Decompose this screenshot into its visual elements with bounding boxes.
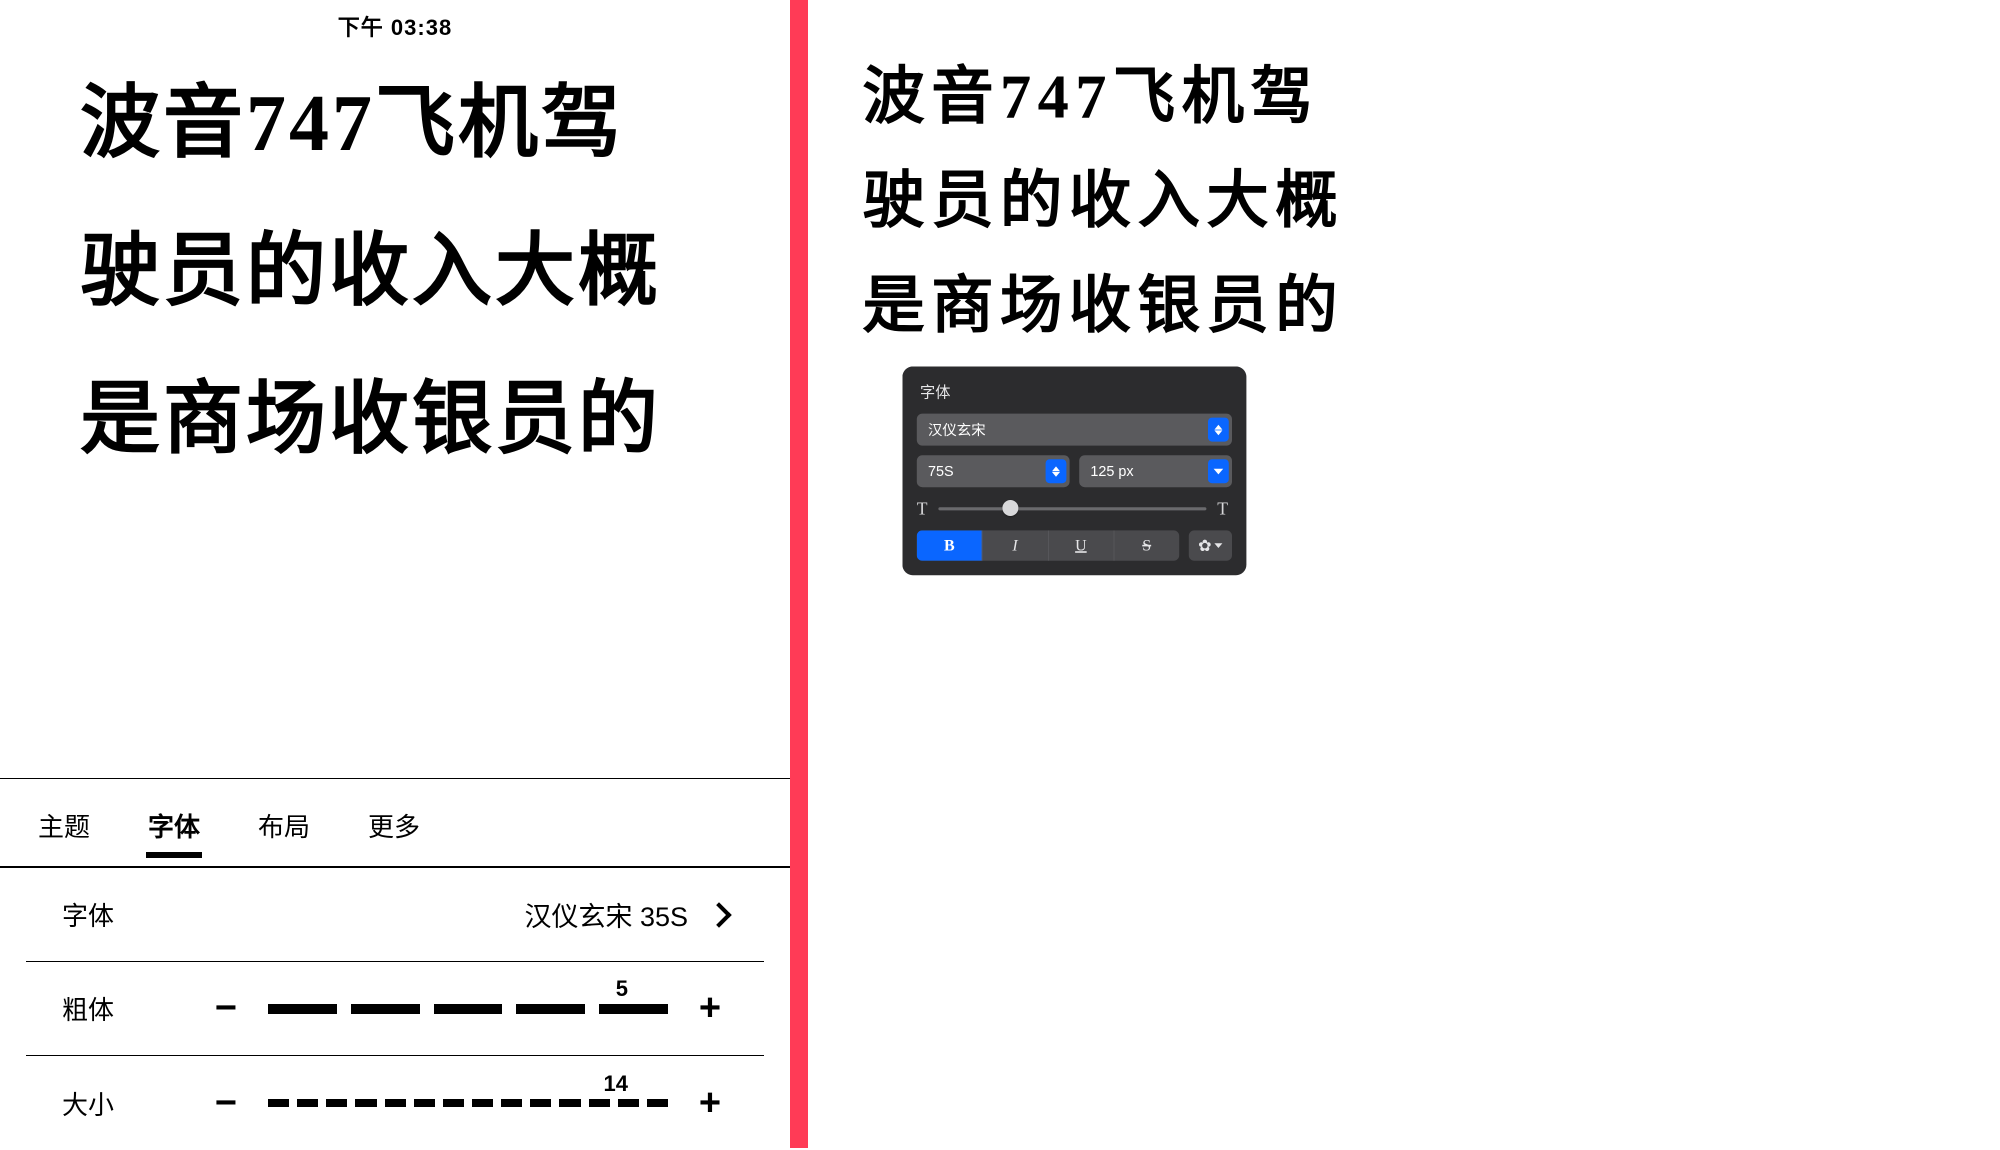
size-row: 大小 − 14 + xyxy=(26,1056,764,1150)
font-panel-title: 字体 xyxy=(920,381,1229,403)
gear-icon: ✿ xyxy=(1198,536,1211,556)
chevron-right-icon xyxy=(706,902,731,927)
text-line: 驶员的收入大概 xyxy=(80,198,760,346)
tab-layout[interactable]: 布局 xyxy=(256,803,312,856)
comparison-divider xyxy=(790,0,808,1148)
letter-spacing-row: T T xyxy=(917,498,1232,519)
text-style-segmented-control: B I U S xyxy=(917,530,1179,560)
font-family-value: 汉仪玄宋 35S xyxy=(524,895,688,934)
bold-value: 5 xyxy=(616,976,628,1002)
reader-text-left: 波音747飞机驾 驶员的收入大概 是商场收银员的 xyxy=(80,50,760,494)
chevron-down-icon xyxy=(1215,543,1223,548)
text-line: 驶员的收入大概 xyxy=(862,149,1944,253)
text-line: 是商场收银员的 xyxy=(80,346,760,494)
bold-decrease-button[interactable]: − xyxy=(208,987,244,1030)
bold-slider[interactable]: 5 xyxy=(268,1004,668,1014)
reader-text-right: 波音747飞机驾 驶员的收入大概 是商场收银员的 xyxy=(862,45,1944,358)
bold-row: 粗体 − 5 + xyxy=(26,962,764,1056)
text-line: 是商场收银员的 xyxy=(862,253,1944,357)
slider-knob[interactable] xyxy=(1003,500,1019,516)
font-weight-select[interactable]: 75S xyxy=(917,455,1070,487)
size-label: 大小 xyxy=(62,1085,114,1122)
tab-font[interactable]: 字体 xyxy=(146,803,202,856)
font-family-select-value: 汉仪玄宋 xyxy=(928,419,986,440)
stepper-arrows-icon xyxy=(1046,459,1067,483)
tab-theme[interactable]: 主题 xyxy=(36,803,92,856)
font-family-row[interactable]: 字体 汉仪玄宋 35S xyxy=(26,868,764,962)
right-reader-pane: 波音747飞机驾 驶员的收入大概 是商场收银员的 字体 汉仪玄宋 75S xyxy=(808,0,2000,1148)
spacing-tight-icon: T xyxy=(917,498,928,519)
stepper-arrows-icon xyxy=(1208,418,1229,442)
strikethrough-button[interactable]: S xyxy=(1114,530,1179,560)
underline-button[interactable]: U xyxy=(1048,530,1114,560)
font-size-value: 125 px xyxy=(1090,463,1133,480)
size-slider[interactable]: 14 xyxy=(268,1099,668,1107)
size-value: 14 xyxy=(604,1071,628,1097)
bold-increase-button[interactable]: + xyxy=(692,987,728,1030)
text-line: 波音747飞机驾 xyxy=(80,50,760,198)
font-family-label: 字体 xyxy=(62,896,114,933)
disclosure-down-icon xyxy=(1208,459,1229,483)
text-line: 波音747飞机驾 xyxy=(862,45,1944,149)
status-time: 下午 03:38 xyxy=(0,10,790,42)
bold-button[interactable]: B xyxy=(917,530,983,560)
font-options-button[interactable]: ✿ xyxy=(1189,530,1232,560)
italic-button[interactable]: I xyxy=(983,530,1049,560)
bold-label: 粗体 xyxy=(62,990,114,1027)
font-family-select[interactable]: 汉仪玄宋 xyxy=(917,414,1232,446)
settings-tabs: 主题 字体 布局 更多 xyxy=(0,779,790,868)
font-weight-value: 75S xyxy=(928,463,954,480)
font-size-select[interactable]: 125 px xyxy=(1079,455,1232,487)
size-increase-button[interactable]: + xyxy=(692,1082,728,1125)
tab-more[interactable]: 更多 xyxy=(366,803,422,856)
font-inspector-panel: 字体 汉仪玄宋 75S 125 px xyxy=(902,366,1246,575)
spacing-wide-icon: T xyxy=(1217,498,1232,519)
letter-spacing-slider[interactable] xyxy=(939,502,1206,516)
left-reader-pane: 下午 03:38 波音747飞机驾 驶员的收入大概 是商场收银员的 主题 字体 … xyxy=(0,0,790,1148)
size-decrease-button[interactable]: − xyxy=(208,1082,244,1125)
reader-settings-panel: 主题 字体 布局 更多 字体 汉仪玄宋 35S 粗体 − 5 xyxy=(0,778,790,1148)
